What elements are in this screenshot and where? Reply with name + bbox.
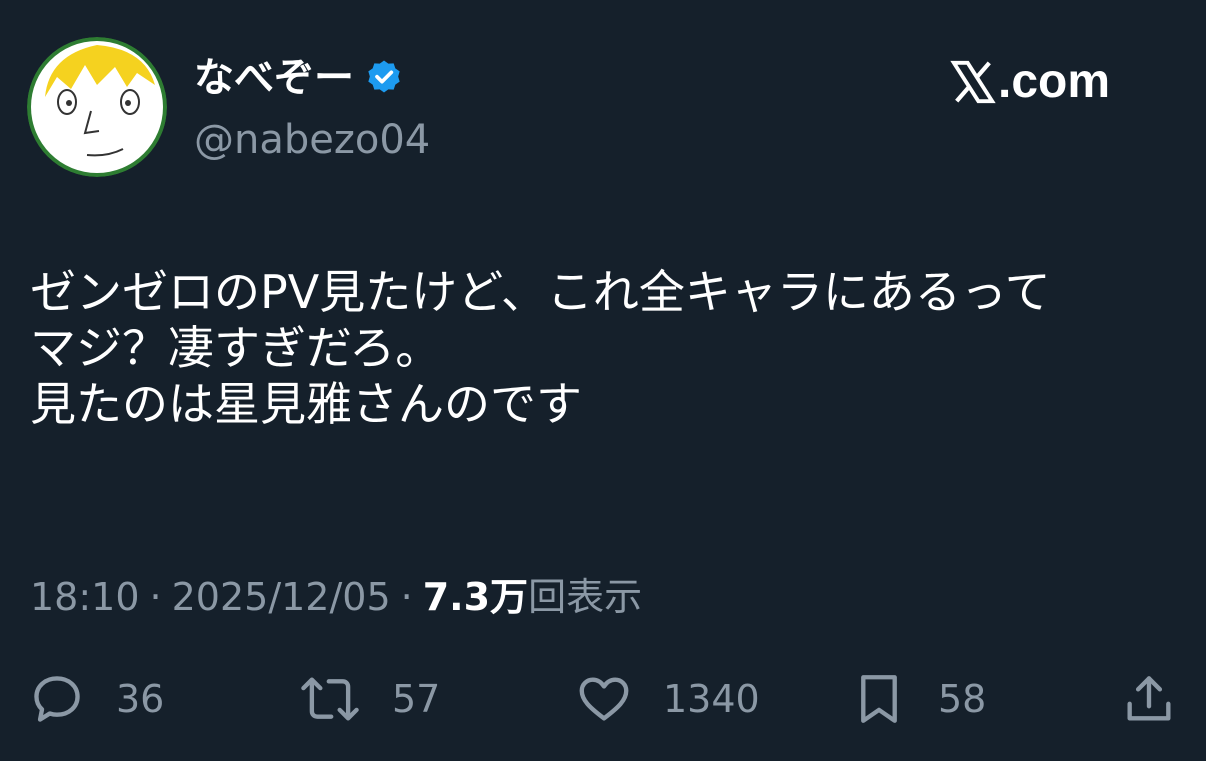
like-button[interactable]: 1340 [575, 664, 760, 734]
heart-icon [579, 677, 629, 721]
user-handle[interactable]: @nabezo04 [194, 114, 430, 166]
tweet-date[interactable]: 2025/12/05 [172, 572, 391, 622]
bookmark-button[interactable]: 58 [850, 664, 986, 734]
bookmark-icon [861, 675, 897, 723]
retweet-button[interactable]: 57 [298, 664, 440, 734]
avatar[interactable] [27, 37, 167, 177]
reply-count: 36 [116, 677, 165, 721]
tweet-line: マジ？凄すぎだろ。 [30, 321, 442, 375]
x-logo-icon [950, 59, 996, 105]
retweet-count: 57 [392, 677, 441, 721]
display-name-text: なべぞー [194, 55, 354, 101]
site-logo: .com [950, 54, 1110, 110]
tweet-time[interactable]: 18:10 [30, 572, 140, 622]
tweet-text: ゼンゼロのPV見たけど、これ全キャラにあるって マジ？凄すぎだろ。 見たのは星見… [30, 264, 1190, 432]
site-label: .com [998, 55, 1111, 108]
reply-icon [34, 676, 80, 722]
share-icon [1127, 676, 1171, 721]
bookmark-count: 58 [938, 677, 987, 721]
retweet-icon [301, 677, 359, 721]
verified-badge-icon [364, 58, 404, 98]
like-count: 1340 [663, 677, 760, 721]
tweet-line: 見たのは星見雅さんのです [30, 377, 582, 431]
meta-separator: · [149, 575, 162, 619]
views-label: 回表示 [528, 575, 643, 619]
display-name[interactable]: なべぞー [194, 52, 404, 104]
views-count: 7.3万 [422, 575, 529, 619]
action-bar: 36 57 1340 58 [0, 664, 1206, 734]
reply-button[interactable]: 36 [28, 664, 164, 734]
tweet-meta: 18:10 · 2025/12/05 · 7.3万 回表示 [30, 572, 642, 622]
meta-separator: · [400, 575, 413, 619]
share-button[interactable] [1120, 664, 1178, 734]
tweet-line: ゼンゼロのPV見たけど、これ全キャラにあるって [30, 265, 1051, 319]
